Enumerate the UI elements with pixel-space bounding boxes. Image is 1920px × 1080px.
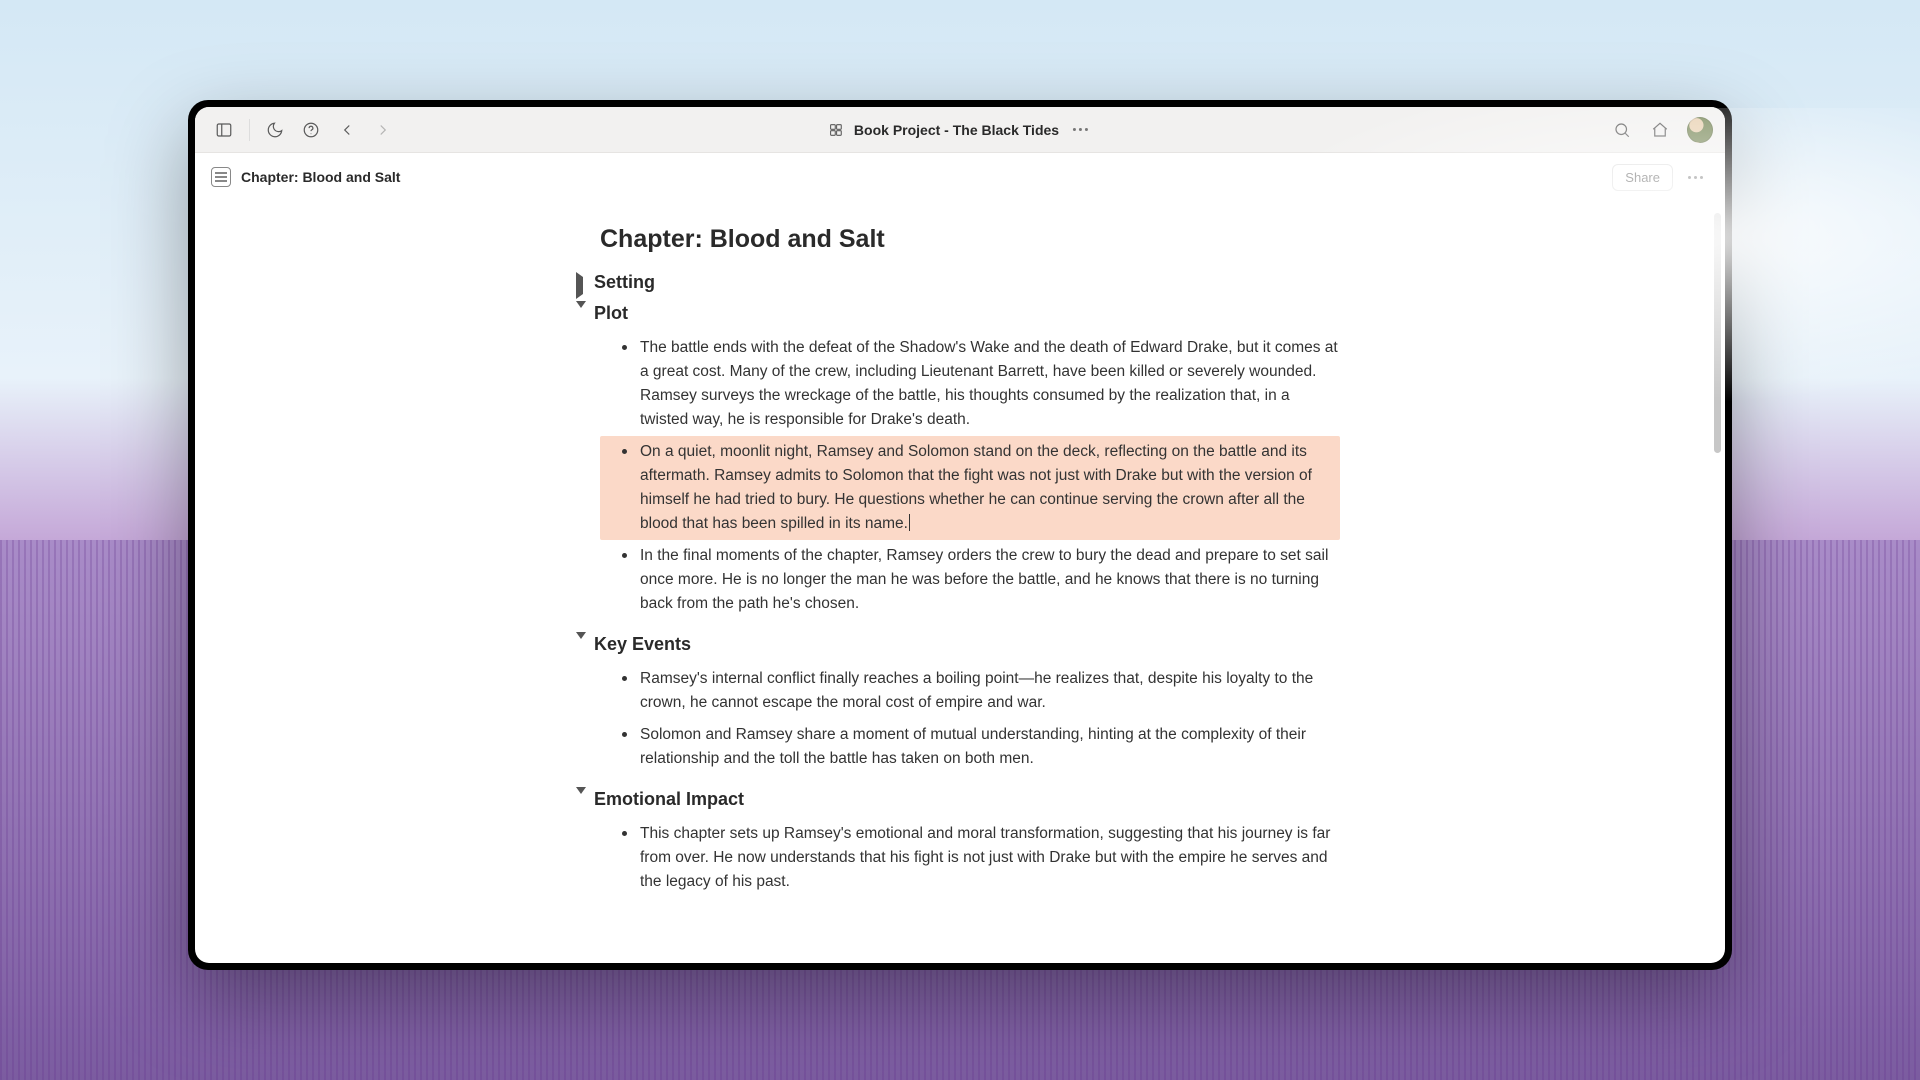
desktop-wallpaper: Book Project - The Black Tides Chapter: … bbox=[0, 0, 1920, 1080]
search-button[interactable] bbox=[1605, 113, 1639, 147]
document-content[interactable]: Chapter: Blood and Salt Setting Plot The b… bbox=[580, 201, 1340, 952]
search-icon bbox=[1613, 121, 1631, 139]
titlebar-right-controls bbox=[1605, 113, 1713, 147]
section-setting: Setting bbox=[580, 272, 1340, 293]
document-icon bbox=[211, 167, 231, 187]
bullet-list: Ramsey's internal conflict finally reach… bbox=[618, 663, 1340, 775]
scrollbar-thumb[interactable] bbox=[1714, 213, 1721, 453]
ellipsis-icon bbox=[1684, 176, 1707, 179]
section-key-events: Key Events Ramsey's internal conflict fin… bbox=[580, 634, 1340, 775]
document-more-button[interactable] bbox=[1681, 163, 1709, 191]
sidebar-icon bbox=[215, 121, 233, 139]
text-cursor bbox=[909, 514, 910, 531]
app-window-frame: Book Project - The Black Tides Chapter: … bbox=[188, 100, 1732, 970]
section-heading: Setting bbox=[594, 272, 655, 293]
section-plot: Plot The battle ends with the defeat of t… bbox=[580, 303, 1340, 620]
triangle-down-icon bbox=[576, 639, 588, 651]
grid-icon bbox=[828, 122, 844, 138]
section-heading: Emotional Impact bbox=[594, 789, 744, 810]
bullet-list: The battle ends with the defeat of the S… bbox=[618, 332, 1340, 620]
document-header-actions: Share bbox=[1612, 163, 1709, 191]
share-button[interactable]: Share bbox=[1612, 164, 1673, 191]
help-icon bbox=[302, 121, 320, 139]
chevron-left-icon bbox=[338, 121, 356, 139]
triangle-right-icon bbox=[576, 277, 588, 289]
titlebar-divider bbox=[249, 119, 250, 141]
list-item[interactable]: The battle ends with the defeat of the S… bbox=[618, 332, 1340, 436]
user-avatar[interactable] bbox=[1687, 117, 1713, 143]
document-header: Chapter: Blood and Salt Share bbox=[195, 153, 1725, 201]
list-item[interactable]: On a quiet, moonlit night, Ramsey and So… bbox=[600, 436, 1340, 540]
content-scroll-area[interactable]: Chapter: Blood and Salt Setting Plot The b… bbox=[195, 201, 1725, 963]
list-item[interactable]: In the final moments of the chapter, Ram… bbox=[618, 540, 1340, 620]
app-window: Book Project - The Black Tides Chapter: … bbox=[195, 107, 1725, 963]
page-title[interactable]: Chapter: Blood and Salt bbox=[600, 225, 1340, 254]
sidebar-toggle-button[interactable] bbox=[207, 113, 241, 147]
list-item[interactable]: This chapter sets up Ramsey's emotional … bbox=[618, 818, 1340, 898]
titlebar: Book Project - The Black Tides bbox=[195, 107, 1725, 153]
help-button[interactable] bbox=[294, 113, 328, 147]
section-heading: Key Events bbox=[594, 634, 691, 655]
triangle-down-icon bbox=[576, 308, 588, 320]
title-more-button[interactable] bbox=[1069, 128, 1092, 131]
home-button[interactable] bbox=[1643, 113, 1677, 147]
moon-icon bbox=[266, 121, 284, 139]
back-button[interactable] bbox=[330, 113, 364, 147]
bullet-list: This chapter sets up Ramsey's emotional … bbox=[618, 818, 1340, 898]
list-item[interactable]: Ramsey's internal conflict finally reach… bbox=[618, 663, 1340, 719]
titlebar-center[interactable]: Book Project - The Black Tides bbox=[828, 122, 1092, 138]
section-emotional-impact: Emotional Impact This chapter sets up Ram… bbox=[580, 789, 1340, 898]
breadcrumb[interactable]: Chapter: Blood and Salt bbox=[241, 169, 400, 185]
list-item[interactable]: Solomon and Ramsey share a moment of mut… bbox=[618, 719, 1340, 775]
chevron-right-icon bbox=[374, 121, 392, 139]
forward-button[interactable] bbox=[366, 113, 400, 147]
titlebar-left-controls bbox=[207, 113, 400, 147]
section-toggle[interactable]: Setting bbox=[576, 272, 1340, 293]
section-toggle[interactable]: Key Events bbox=[576, 634, 1340, 655]
home-icon bbox=[1651, 121, 1669, 139]
project-title: Book Project - The Black Tides bbox=[854, 122, 1059, 138]
dark-mode-button[interactable] bbox=[258, 113, 292, 147]
section-toggle[interactable]: Plot bbox=[576, 303, 1340, 324]
triangle-down-icon bbox=[576, 794, 588, 806]
section-heading: Plot bbox=[594, 303, 628, 324]
section-toggle[interactable]: Emotional Impact bbox=[576, 789, 1340, 810]
